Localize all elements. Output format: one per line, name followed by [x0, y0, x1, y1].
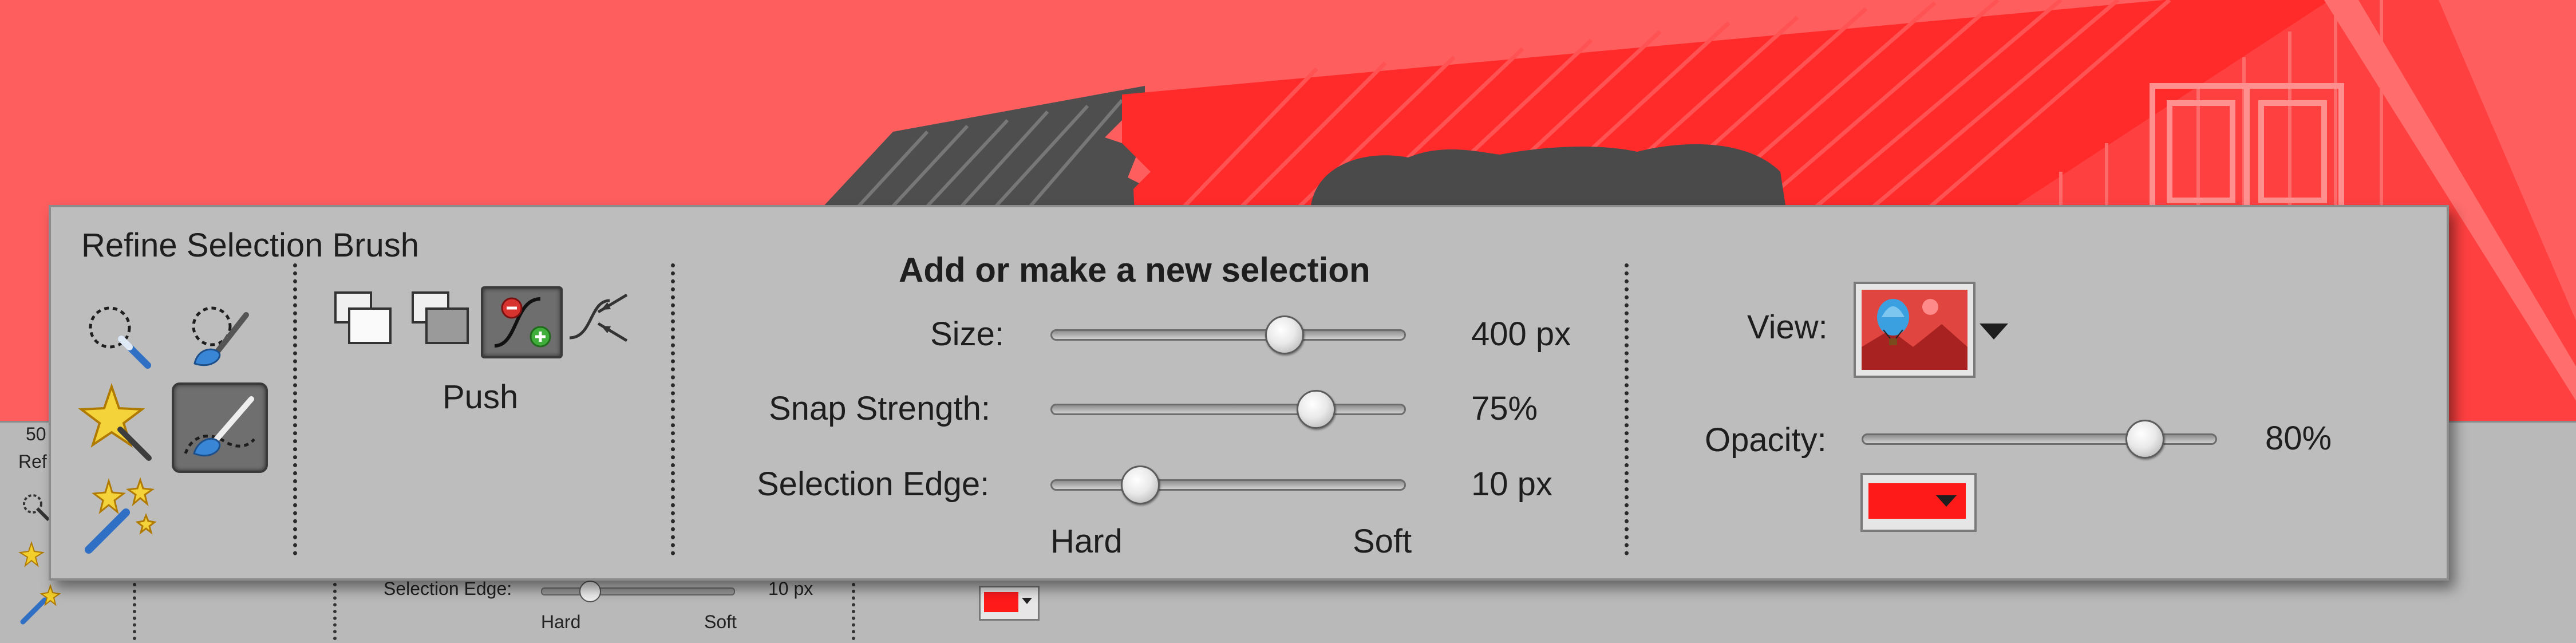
sparkle-wand-icon [85, 477, 157, 554]
new-selection-icon [334, 291, 392, 344]
snap-strength-label: Snap Strength: [769, 390, 990, 427]
quick-selection-tool-button[interactable] [74, 292, 166, 378]
selection-edge-slider[interactable] [1050, 479, 1406, 491]
hard-label-small: Hard [541, 612, 581, 632]
opacity-slider-knob[interactable] [2125, 420, 2164, 459]
edge-hard-label: Hard [1050, 523, 1123, 560]
separator [133, 583, 136, 640]
smooth-icon [569, 293, 628, 342]
refine-selection-brush-tool-button[interactable] [172, 382, 268, 473]
magic-wand-small-icon[interactable] [17, 540, 52, 574]
opacity-value: 80% [2265, 420, 2332, 457]
separator [852, 583, 855, 640]
magic-wand-icon [78, 382, 152, 461]
size-label: Size: [930, 315, 1004, 353]
magic-wand-tool-button[interactable] [74, 381, 166, 467]
view-mode-button[interactable] [1854, 282, 1976, 378]
size-slider[interactable] [1050, 329, 1406, 341]
selection-edge-value-small: 10 px [768, 578, 813, 599]
snap-strength-slider[interactable] [1050, 404, 1406, 415]
auto-selection-tool-button[interactable] [74, 470, 166, 555]
auto-selection-small-icon[interactable] [17, 583, 63, 626]
selection-edge-slider-small[interactable] [541, 587, 735, 595]
push-mode-button[interactable] [481, 286, 563, 358]
selection-edge-slider-knob[interactable] [1120, 466, 1160, 504]
edge-soft-label: Soft [1353, 523, 1412, 560]
separator [333, 583, 337, 640]
opacity-label: Opacity: [1705, 421, 1827, 459]
size-value: 400 px [1471, 315, 1571, 353]
selection-edge-label-small: Selection Edge: [384, 578, 512, 599]
mode-label: Push [442, 378, 519, 416]
snap-strength-slider-knob[interactable] [1297, 390, 1336, 429]
selection-edge-knob-small[interactable] [579, 581, 601, 602]
refine-brush-icon [184, 396, 255, 457]
dotted-brush-icon [192, 306, 249, 366]
color-dropdown-arrow-icon [1936, 495, 1957, 507]
add-selection-icon [412, 291, 469, 344]
view-label: View: [1747, 309, 1828, 346]
soft-label-small: Soft [704, 612, 737, 632]
balloon-landscape-icon [1862, 290, 1967, 370]
panel-title-fragment: Ref [18, 451, 47, 472]
size-slider-knob[interactable] [1265, 315, 1304, 354]
selection-brush-tool-button[interactable] [172, 292, 263, 378]
new-selection-button[interactable] [332, 289, 398, 346]
separator [1625, 263, 1629, 555]
snap-strength-value: 75% [1471, 390, 1538, 427]
push-icon [494, 297, 551, 348]
dotted-wand-icon [89, 306, 151, 369]
overlay-color-small[interactable] [979, 586, 1040, 621]
view-dropdown-arrow-icon[interactable] [1980, 324, 2008, 340]
separator [293, 263, 297, 555]
options-heading: Add or make a new selection [899, 251, 1370, 289]
overlay-color-button[interactable] [1860, 473, 1977, 532]
smooth-mode-button[interactable] [564, 289, 633, 349]
selection-edge-value: 10 px [1471, 466, 1552, 503]
separator [671, 263, 675, 555]
quick-selection-icon[interactable] [20, 491, 52, 523]
add-to-selection-button[interactable] [409, 289, 475, 346]
panel-title: Refine Selection Brush [81, 227, 419, 264]
zoom-readout: 50 [26, 424, 46, 444]
selection-edge-label: Selection Edge: [757, 466, 990, 503]
